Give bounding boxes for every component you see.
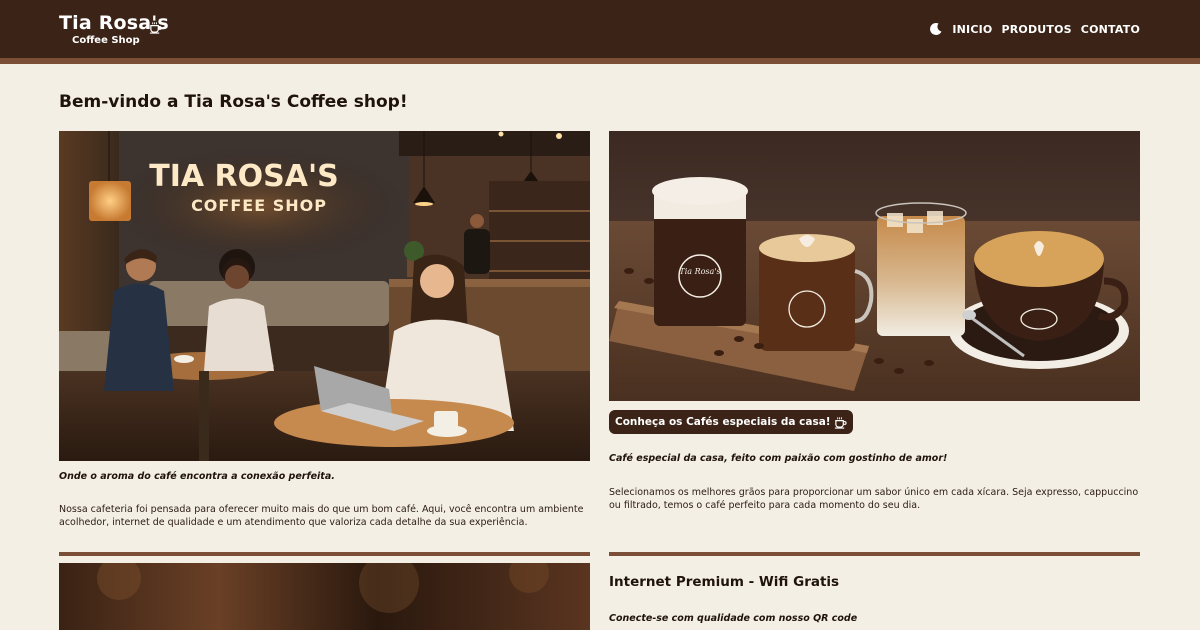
specialty-coffees-button[interactable]: Conheça os Cafés especiais da casa! xyxy=(609,410,853,434)
coffee-caption: Café especial da casa, feito com paixão … xyxy=(609,453,948,464)
coffee-cup-icon xyxy=(149,22,162,34)
specialty-coffees-button-label: Conheça os Cafés especiais da casa! xyxy=(615,416,831,428)
coffee-cup-icon xyxy=(834,416,847,429)
sign-line2: COFFEE SHOP xyxy=(191,196,327,215)
nav-contato[interactable]: CONTATO xyxy=(1081,23,1140,36)
specialty-coffee-photo: Tia Rosa's xyxy=(609,131,1140,401)
main-nav: INICIO PRODUTOS CONTATO xyxy=(929,22,1140,36)
sign-line1: TIA ROSA'S xyxy=(149,159,339,194)
wifi-photo xyxy=(59,563,590,630)
header-stripe xyxy=(0,58,1200,64)
nav-inicio[interactable]: INICIO xyxy=(952,23,992,36)
coffee-description: Selecionamos os melhores grãos para prop… xyxy=(609,487,1139,511)
page-title: Bem-vindo a Tia Rosa's Coffee shop! xyxy=(59,92,408,112)
site-header: Tia Rosa's Coffee Shop INICIO PRODUTOS C… xyxy=(0,0,1200,58)
nav-produtos[interactable]: PRODUTOS xyxy=(1001,23,1071,36)
cafe-caption: Onde o aroma do café encontra a conexão … xyxy=(59,471,335,482)
cafe-description: Nossa cafeteria foi pensada para oferece… xyxy=(59,504,584,528)
cup-label: Tia Rosa's xyxy=(679,267,720,276)
moon-icon[interactable] xyxy=(929,22,943,36)
wifi-title: Internet Premium - Wifi Gratis xyxy=(609,574,840,590)
brand-subtitle: Coffee Shop xyxy=(72,35,140,46)
section-divider-left xyxy=(59,552,590,556)
cafe-interior-photo: TIA ROSA'S COFFEE SHOP xyxy=(59,131,590,461)
section-divider-right xyxy=(609,552,1140,556)
brand-logo[interactable]: Tia Rosa's Coffee Shop xyxy=(59,12,169,47)
wifi-caption: Conecte-se com qualidade com nosso QR co… xyxy=(609,613,858,624)
